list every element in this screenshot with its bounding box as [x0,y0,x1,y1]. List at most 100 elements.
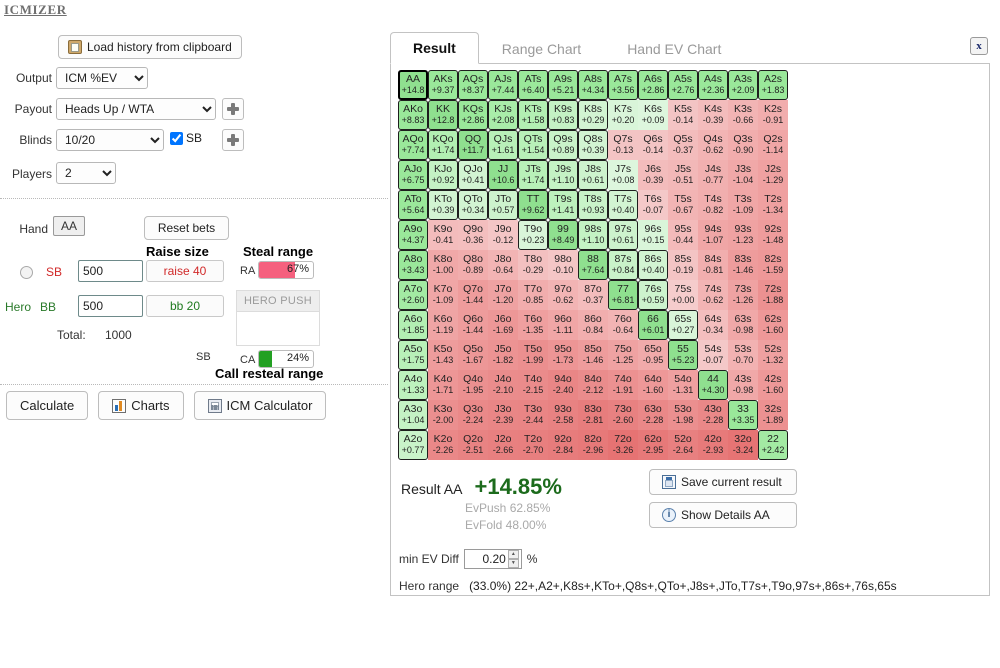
charts-button[interactable]: Charts [98,391,183,420]
hand-cell-32o[interactable]: 32o-3.24 [728,430,758,460]
hand-cell-A4o[interactable]: A4o+1.33 [398,370,428,400]
hand-cell-A5o[interactable]: A5o+1.75 [398,340,428,370]
hand-cell-64o[interactable]: 64o-1.60 [638,370,668,400]
hand-cell-22[interactable]: 22+2.42 [758,430,788,460]
hand-cell-A7o[interactable]: A7o+2.60 [398,280,428,310]
hand-cell-97o[interactable]: 97o-0.62 [548,280,578,310]
show-details-button[interactable]: i Show Details AA [649,502,797,528]
hand-cell-J5o[interactable]: J5o-1.82 [488,340,518,370]
tab-result[interactable]: Result [390,32,479,64]
hand-cell-33[interactable]: 33+3.35 [728,400,758,430]
hand-cell-QQ[interactable]: QQ+11.7 [458,130,488,160]
close-icon[interactable]: x [970,37,988,55]
hand-cell-A9o[interactable]: A9o+4.37 [398,220,428,250]
hand-cell-43o[interactable]: 43o-2.28 [698,400,728,430]
hand-cell-Q4s[interactable]: Q4s-0.62 [698,130,728,160]
hand-cell-K8s[interactable]: K8s+0.29 [578,100,608,130]
hand-cell-QJs[interactable]: QJs+1.61 [488,130,518,160]
hand-cell-T8s[interactable]: T8s+0.93 [578,190,608,220]
hand-cell-Q7s[interactable]: Q7s-0.13 [608,130,638,160]
hand-cell-65o[interactable]: 65o-0.95 [638,340,668,370]
hand-cell-AQs[interactable]: AQs+8.37 [458,70,488,100]
hand-cell-85s[interactable]: 85s-0.19 [668,250,698,280]
hand-cell-52s[interactable]: 52s-1.32 [758,340,788,370]
hand-cell-86s[interactable]: 86s+0.40 [638,250,668,280]
players-select[interactable]: 2 [56,162,116,184]
hand-cell-98s[interactable]: 98s+1.10 [578,220,608,250]
tab-range-chart[interactable]: Range Chart [479,33,604,64]
sb-bet-button[interactable]: raise 40 [146,260,224,282]
hand-cell-Q6s[interactable]: Q6s-0.14 [638,130,668,160]
calculate-button[interactable]: Calculate [6,391,88,420]
hand-cell-AKo[interactable]: AKo+8.83 [398,100,428,130]
hand-cell-Q9o[interactable]: Q9o-0.36 [458,220,488,250]
app-logo[interactable]: ICMIZER [4,2,67,18]
hand-cell-AJs[interactable]: AJs+7.44 [488,70,518,100]
hand-cell-T5s[interactable]: T5s-0.67 [668,190,698,220]
hand-cell-A9s[interactable]: A9s+5.21 [548,70,578,100]
hand-cell-K6s[interactable]: K6s+0.09 [638,100,668,130]
hand-cell-JTs[interactable]: JTs+1.74 [518,160,548,190]
hand-cell-73o[interactable]: 73o-2.60 [608,400,638,430]
hand-cell-87s[interactable]: 87s+0.84 [608,250,638,280]
hand-cell-J5s[interactable]: J5s-0.51 [668,160,698,190]
hand-cell-KTs[interactable]: KTs+1.58 [518,100,548,130]
hand-cell-A8o[interactable]: A8o+3.43 [398,250,428,280]
hand-cell-J7s[interactable]: J7s+0.08 [608,160,638,190]
hand-cell-95o[interactable]: 95o-1.73 [548,340,578,370]
hand-cell-52o[interactable]: 52o-2.64 [668,430,698,460]
hand-cell-Q7o[interactable]: Q7o-1.44 [458,280,488,310]
hand-cell-63o[interactable]: 63o-2.28 [638,400,668,430]
hand-cell-AA[interactable]: AA+14.8 [398,70,428,100]
hand-cell-A7s[interactable]: A7s+3.56 [608,70,638,100]
steal-range-slider[interactable]: 67% [258,261,314,279]
hand-cell-T6s[interactable]: T6s-0.07 [638,190,668,220]
hand-cell-J3s[interactable]: J3s-1.04 [728,160,758,190]
save-result-button[interactable]: Save current result [649,469,797,495]
sb-stack-input[interactable] [78,260,143,282]
hand-cell-K5o[interactable]: K5o-1.43 [428,340,458,370]
hand-cell-K9o[interactable]: K9o-0.41 [428,220,458,250]
hand-cell-76o[interactable]: 76o-0.64 [608,310,638,340]
hand-cell-AJo[interactable]: AJo+6.75 [398,160,428,190]
hand-cell-K3s[interactable]: K3s-0.66 [728,100,758,130]
hand-cell-44[interactable]: 44+4.30 [698,370,728,400]
hand-cell-93o[interactable]: 93o-2.58 [548,400,578,430]
sb-checkbox-wrap[interactable]: SB [170,131,202,145]
hand-cell-T4s[interactable]: T4s-0.82 [698,190,728,220]
hand-cell-Q2o[interactable]: Q2o-2.51 [458,430,488,460]
hand-cell-96o[interactable]: 96o-1.11 [548,310,578,340]
hand-cell-42o[interactable]: 42o-2.93 [698,430,728,460]
hand-cell-K4o[interactable]: K4o-1.71 [428,370,458,400]
hand-cell-KTo[interactable]: KTo+0.39 [428,190,458,220]
hand-cell-72o[interactable]: 72o-3.26 [608,430,638,460]
add-blinds-button[interactable] [222,129,244,151]
icm-calculator-button[interactable]: ICM Calculator [194,391,327,420]
hand-cell-94o[interactable]: 94o-2.40 [548,370,578,400]
hand-cell-J4s[interactable]: J4s-0.77 [698,160,728,190]
hand-cell-KJo[interactable]: KJo+0.92 [428,160,458,190]
hand-cell-Q8s[interactable]: Q8s+0.39 [578,130,608,160]
hand-cell-98o[interactable]: 98o-0.10 [548,250,578,280]
hand-cell-T2s[interactable]: T2s-1.34 [758,190,788,220]
hand-cell-32s[interactable]: 32s-1.89 [758,400,788,430]
hand-cell-97s[interactable]: 97s+0.61 [608,220,638,250]
hand-cell-Q5o[interactable]: Q5o-1.67 [458,340,488,370]
hand-cell-T9o[interactable]: T9o+0.23 [518,220,548,250]
hand-cell-J2s[interactable]: J2s-1.29 [758,160,788,190]
hand-cell-A2o[interactable]: A2o+0.77 [398,430,428,460]
hand-cell-53s[interactable]: 53s-0.70 [728,340,758,370]
hand-cell-KJs[interactable]: KJs+2.08 [488,100,518,130]
hand-cell-A6s[interactable]: A6s+2.86 [638,70,668,100]
stepper-up-icon[interactable]: ▲ [508,550,519,559]
hand-cell-84s[interactable]: 84s-0.81 [698,250,728,280]
hand-cell-A8s[interactable]: A8s+4.34 [578,70,608,100]
hand-cell-A6o[interactable]: A6o+1.85 [398,310,428,340]
hand-cell-74s[interactable]: 74s-0.62 [698,280,728,310]
min-ev-diff-value[interactable]: 0.20 [465,552,508,566]
hand-cell-T8o[interactable]: T8o-0.29 [518,250,548,280]
hand-cell-K7s[interactable]: K7s+0.20 [608,100,638,130]
hand-cell-A4s[interactable]: A4s+2.36 [698,70,728,100]
sb-checkbox[interactable] [170,132,183,145]
hand-cell-K2s[interactable]: K2s-0.91 [758,100,788,130]
